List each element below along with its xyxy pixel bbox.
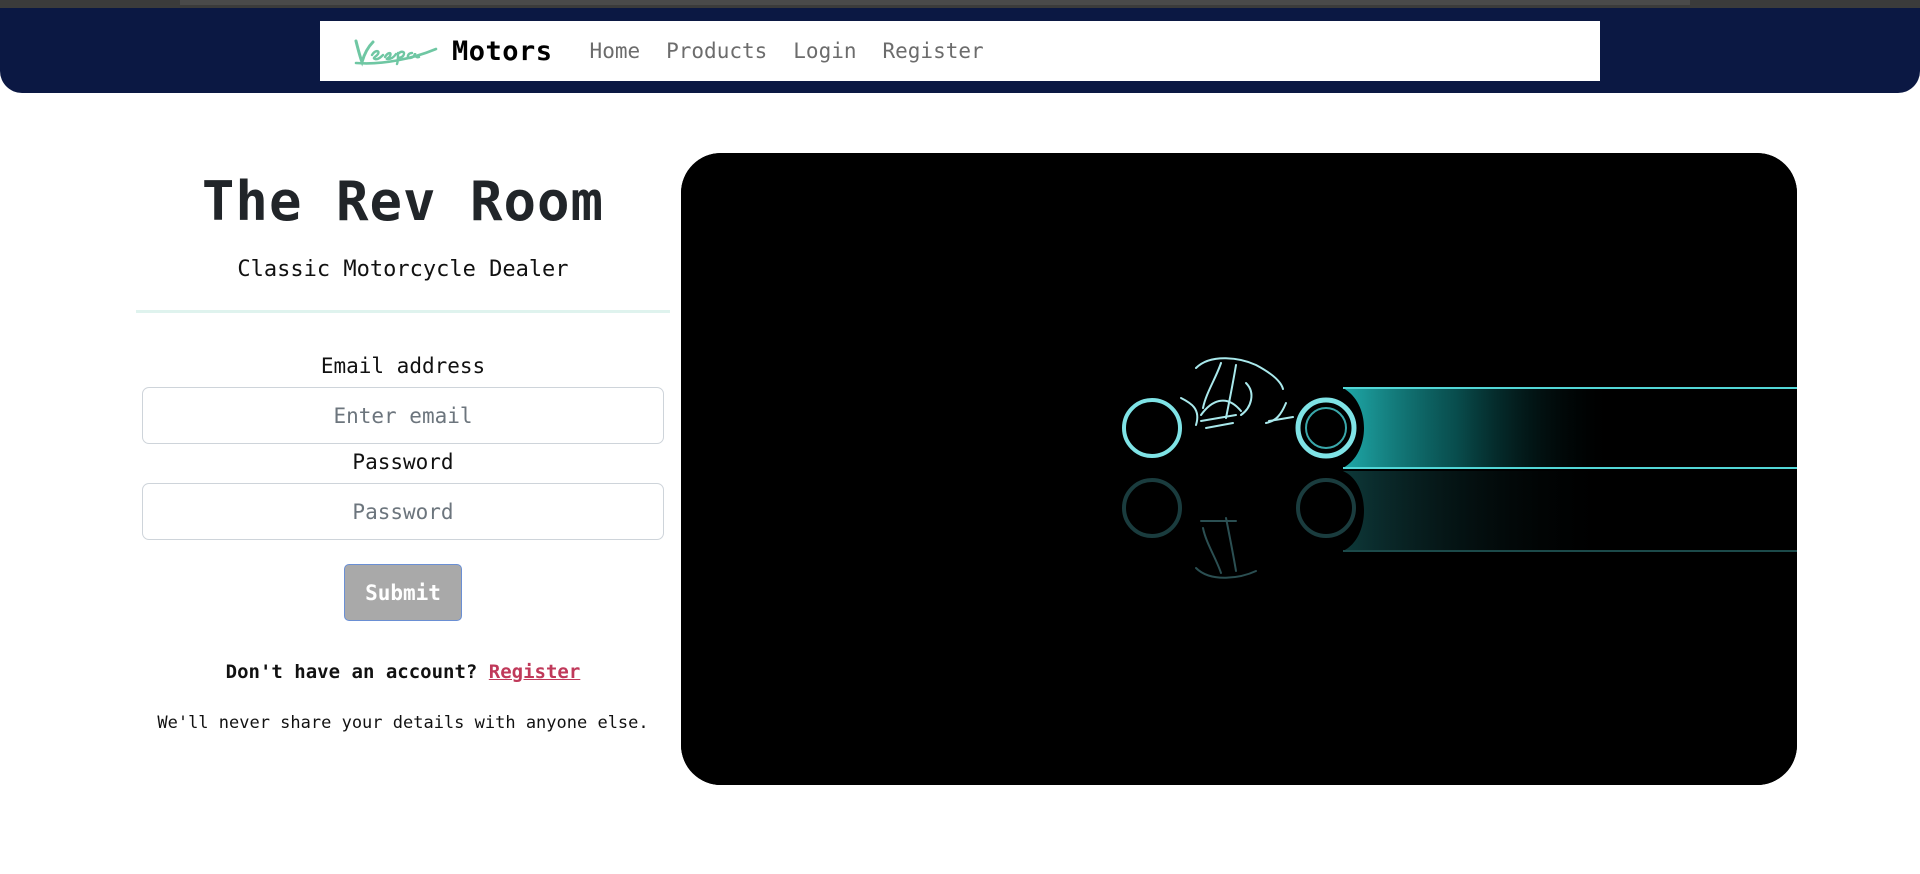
password-field[interactable]: [142, 483, 664, 540]
nav-links: Home Products Login Register: [577, 39, 997, 63]
email-label: Email address: [320, 354, 486, 378]
hero-image: [681, 153, 1797, 785]
browser-tab-line: [180, 0, 1690, 5]
navbar: Motors Home Products Login Register: [320, 21, 1600, 81]
submit-button[interactable]: Submit: [344, 564, 462, 621]
privacy-disclaimer: We'll never share your details with anyo…: [157, 713, 649, 733]
login-panel: The Rev Room Classic Motorcycle Dealer E…: [136, 150, 670, 733]
nav-link-products[interactable]: Products: [666, 39, 767, 63]
nav-link-register[interactable]: Register: [883, 39, 984, 63]
signup-prompt-text: Don't have an account?: [225, 661, 478, 683]
register-link[interactable]: Register: [489, 661, 581, 683]
password-label: Password: [352, 450, 454, 474]
login-form: Email address Password Submit: [136, 354, 670, 621]
signup-prompt: Don't have an account? Register: [136, 661, 670, 683]
divider: [136, 310, 670, 313]
brand-name: Motors: [452, 35, 553, 67]
nav-link-home[interactable]: Home: [590, 39, 641, 63]
page-title: The Rev Room: [201, 170, 605, 233]
email-field[interactable]: [142, 387, 664, 444]
light-cycle-illustration: [681, 153, 1797, 785]
vespa-logo-icon: [354, 39, 438, 67]
nav-link-login[interactable]: Login: [793, 39, 856, 63]
page-subtitle: Classic Motorcycle Dealer: [237, 257, 569, 282]
brand[interactable]: Motors: [352, 35, 553, 67]
